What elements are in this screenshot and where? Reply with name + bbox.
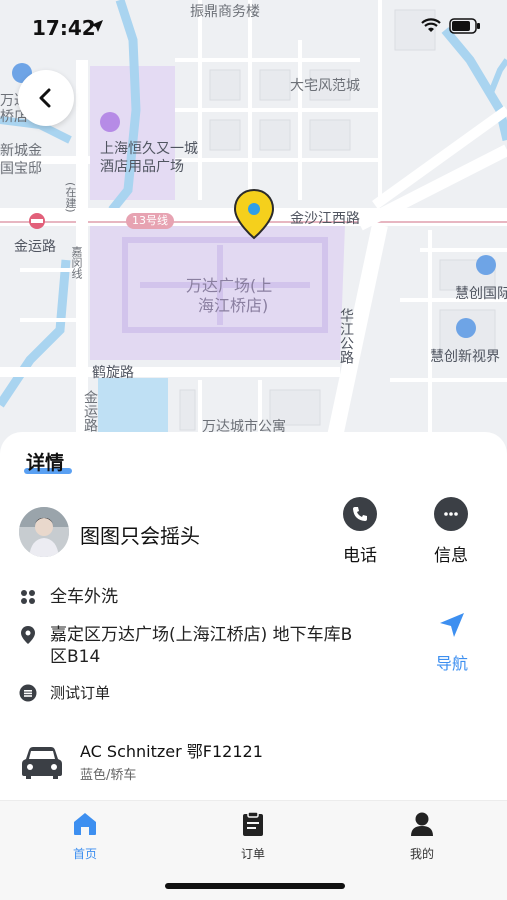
map-label-residence: 大宅风范城: [290, 78, 360, 94]
service-row: 全车外洗: [19, 586, 118, 608]
home-indicator: [165, 883, 345, 889]
map-label-huichuang: 慧创国际: [455, 286, 507, 302]
status-bar: 17:42: [0, 0, 507, 56]
navigate-button[interactable]: 导航: [422, 610, 482, 674]
map-label-jiamin: 嘉闵线: [70, 246, 83, 279]
tab-orders-label: 订单: [240, 847, 265, 861]
tab-mine[interactable]: 我的: [382, 811, 462, 862]
map-label-xincheng: 新城金: [0, 143, 42, 159]
clipboard-icon: [243, 811, 263, 836]
map-label-zaijian: (在建): [64, 182, 77, 213]
car-description: 蓝色/轿车: [80, 768, 137, 783]
service-name: 全车外洗: [50, 587, 118, 607]
note-row: 测试订单: [19, 682, 110, 704]
tab-mine-label: 我的: [409, 847, 434, 861]
address-text: 嘉定区万达广场(上海江桥店) 地下车库B 区B14: [50, 624, 352, 668]
message-label: 信息: [434, 546, 468, 566]
call-label: 电话: [343, 546, 377, 566]
order-detail-sheet: 详情 图图只会摇头 电话 信息 全车外洗 嘉定区万达广场(上海江桥店) 地下车库…: [0, 432, 507, 802]
details-title: 详情: [26, 452, 65, 474]
message-button[interactable]: 信息: [421, 497, 481, 566]
navigate-label: 导航: [435, 654, 468, 673]
home-icon: [74, 813, 96, 835]
status-time: 17:42: [32, 16, 96, 40]
car-icon: [22, 747, 62, 779]
car-name: AC Schnitzer 鄂F12121: [80, 742, 263, 761]
address-line-1: 嘉定区万达广场(上海江桥店) 地下车库B: [50, 625, 353, 645]
location-icon: [21, 626, 35, 644]
map-label-hengjiu2: 酒店用品广场: [100, 159, 184, 175]
tab-home-label: 首页: [72, 847, 97, 861]
map-view[interactable]: 13号线 振鼎商务楼 大宅风范城 万达 桥店 新城金 国宝邸 上海恒久又一城 酒…: [0, 0, 507, 460]
service-icon: [21, 590, 35, 604]
tab-home[interactable]: 首页: [45, 811, 125, 862]
map-label-hengjiu: 上海恒久又一城: [100, 141, 198, 157]
tab-orders[interactable]: 订单: [213, 811, 293, 862]
map-label-huajiang: 华江公路: [338, 308, 354, 364]
message-icon: [444, 512, 458, 516]
navigation-arrow-icon: [440, 613, 464, 637]
map-label-guobao: 国宝邸: [0, 161, 42, 177]
chevron-left-icon: [39, 88, 51, 108]
user-name: 图图只会摇头: [80, 524, 200, 548]
address-line-2: 区B14: [50, 647, 101, 667]
address-row: 嘉定区万达广场(上海江桥店) 地下车库B 区B14: [19, 624, 352, 668]
phone-icon: [353, 507, 367, 521]
user-icon: [411, 812, 433, 836]
note-text: 测试订单: [50, 684, 111, 702]
call-button[interactable]: 电话: [330, 497, 390, 566]
wifi-icon: [421, 18, 441, 32]
map-label-jinyun: 金运路: [14, 239, 56, 255]
note-icon: [19, 684, 37, 702]
location-arrow-icon: [91, 20, 103, 32]
map-label-wanda-plaza2: 海江桥店): [198, 296, 269, 315]
metro-line-badge: 13号线: [126, 213, 174, 229]
back-button[interactable]: [18, 70, 74, 126]
battery-icon: [449, 18, 480, 34]
map-label-jinsha: 金沙江西路: [290, 211, 360, 227]
map-label-huichuang-new: 慧创新视界: [430, 349, 500, 365]
map-label-hexuan: 鹤旋路: [92, 365, 134, 381]
map-label-jinyun2: 金运路: [82, 390, 98, 432]
avatar[interactable]: [19, 507, 69, 557]
